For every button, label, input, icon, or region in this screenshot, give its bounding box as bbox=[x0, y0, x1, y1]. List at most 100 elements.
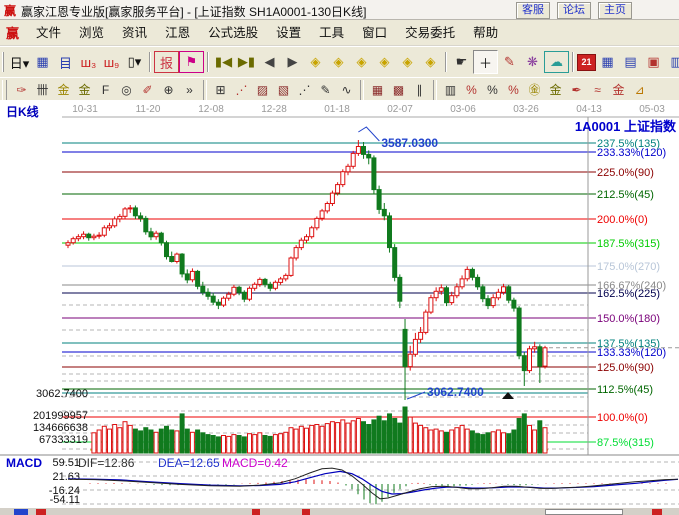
menu-browse[interactable]: 浏览 bbox=[70, 26, 113, 40]
fib-grid-icon[interactable]: F bbox=[95, 80, 116, 99]
prev-bar-button[interactable]: ◀ bbox=[258, 50, 281, 74]
taskbar-icon-red-1[interactable] bbox=[36, 509, 46, 515]
gold-level-icon[interactable]: 金 bbox=[545, 80, 566, 99]
brush-icon[interactable]: ✑ bbox=[11, 80, 32, 99]
gann-level-label: 125.0%(90) bbox=[597, 362, 654, 374]
crosshair-tool-icon[interactable]: ＋ bbox=[473, 50, 498, 74]
flag-icon[interactable]: ⚑ bbox=[179, 51, 204, 73]
f10-info-icon[interactable]: 目 bbox=[54, 50, 77, 74]
gold-grid-icon[interactable]: 金 bbox=[53, 80, 74, 99]
candle-body bbox=[502, 287, 506, 293]
gann-level-label: 233.33%(120) bbox=[597, 147, 666, 159]
kline-window-icon[interactable]: ▦ bbox=[31, 50, 54, 74]
gann-flower-icon[interactable]: ❋ bbox=[521, 50, 544, 74]
macd-axis-label: 21.63 bbox=[52, 471, 80, 483]
draw-tool-icon[interactable]: ✎ bbox=[498, 50, 521, 74]
toolbar2-grip[interactable] bbox=[2, 80, 7, 100]
box-fan2-icon[interactable]: ▧ bbox=[273, 80, 294, 99]
nav-diamond-right-icon[interactable]: ◈ bbox=[327, 50, 350, 74]
menu-trade-order[interactable]: 交易委托 bbox=[396, 26, 464, 40]
taskbar-start-fragment[interactable] bbox=[14, 509, 28, 515]
memo-icon[interactable]: ▤ bbox=[619, 50, 642, 74]
nav-diamond-up-icon[interactable]: ◈ bbox=[350, 50, 373, 74]
ma9-icon[interactable]: ш₉ bbox=[100, 50, 123, 74]
titlebar-button-forum[interactable]: 论坛 bbox=[557, 2, 591, 19]
gann-wheel-icon[interactable]: ⊕ bbox=[158, 80, 179, 99]
candle-style-selector[interactable]: ▯▾ bbox=[123, 50, 146, 74]
toolbar-separator bbox=[149, 52, 151, 72]
taskbar-icon-red-4[interactable] bbox=[652, 509, 662, 515]
first-bar-button[interactable]: ▮◀ bbox=[212, 50, 235, 74]
nav-diamond-expand-icon[interactable]: ◈ bbox=[373, 50, 396, 74]
brain-icon[interactable]: ☁ bbox=[544, 51, 569, 73]
menu-settings[interactable]: 设置 bbox=[267, 26, 310, 40]
board-icon[interactable]: 报 bbox=[154, 51, 179, 73]
calculator-icon[interactable]: ▦ bbox=[596, 50, 619, 74]
menu-news[interactable]: 资讯 bbox=[113, 26, 156, 40]
ma3-icon[interactable]: ш₃ bbox=[77, 50, 100, 74]
volume-bar bbox=[165, 426, 169, 453]
percent-retrace-icon[interactable]: % bbox=[503, 80, 524, 99]
zigzag-icon[interactable]: ∿ bbox=[336, 80, 357, 99]
last-bar-button[interactable]: ▶▮ bbox=[235, 50, 258, 74]
candle-body bbox=[491, 298, 495, 306]
screen-export-icon[interactable]: ▥ bbox=[665, 50, 679, 74]
nav-diamond-left-icon[interactable]: ◈ bbox=[304, 50, 327, 74]
percent-line-icon[interactable]: % bbox=[461, 80, 482, 99]
cycle-wave-icon[interactable]: ≈ bbox=[587, 80, 608, 99]
candle-body bbox=[336, 185, 340, 193]
menu-help[interactable]: 帮助 bbox=[464, 26, 507, 40]
menu-file[interactable]: 文件 bbox=[27, 26, 70, 40]
period-day-selector[interactable]: 日▾ bbox=[8, 50, 31, 74]
ruler-grid-icon[interactable]: ▦ bbox=[367, 80, 388, 99]
j-angle-icon[interactable]: ⊿ bbox=[629, 80, 650, 99]
more-tools-chevron[interactable]: » bbox=[179, 80, 200, 99]
percent-frame-icon[interactable]: ▩ bbox=[388, 80, 409, 99]
toolbar1-grip[interactable] bbox=[2, 52, 4, 72]
chart-canvas[interactable]: 10-3111-2012-0812-2801-1802-0703-0603-26… bbox=[0, 100, 679, 507]
marker-pen-icon[interactable]: ✐ bbox=[137, 80, 158, 99]
gold-grid2-icon[interactable]: 金 bbox=[74, 80, 95, 99]
candle-body bbox=[455, 287, 459, 296]
circled-gold-icon[interactable]: ㊎ bbox=[524, 80, 545, 99]
box-fan-icon[interactable]: ▨ bbox=[252, 80, 273, 99]
save-icon[interactable]: ▣ bbox=[642, 50, 665, 74]
speed-lines-icon[interactable]: ⋰ bbox=[294, 80, 315, 99]
next-bar-button[interactable]: ▶ bbox=[281, 50, 304, 74]
trend-pen-icon[interactable]: ✎ bbox=[315, 80, 336, 99]
titlebar-button-home[interactable]: 主页 bbox=[598, 2, 632, 19]
coil-icon[interactable]: ◎ bbox=[116, 80, 137, 99]
date-axis-label: 05-03 bbox=[639, 104, 665, 115]
gold-box-icon[interactable]: 金 bbox=[608, 80, 629, 99]
hand-tool-icon[interactable]: ☛ bbox=[450, 50, 473, 74]
nav-diamond-full-icon[interactable]: ◈ bbox=[419, 50, 442, 74]
menu-gann[interactable]: 江恩 bbox=[156, 26, 199, 40]
menu-tools[interactable]: 工具 bbox=[310, 26, 353, 40]
gann-fan-icon[interactable]: ⋰ bbox=[231, 80, 252, 99]
gann-level-label: 187.5%(315) bbox=[597, 238, 660, 250]
taskbar bbox=[0, 507, 679, 515]
parallel-lines-icon[interactable]: ∥ bbox=[409, 80, 430, 99]
candle-body bbox=[242, 292, 246, 299]
taskbar-icon-red-3[interactable] bbox=[302, 509, 310, 515]
hatch-icon[interactable]: 卌 bbox=[32, 80, 53, 99]
volume-bar bbox=[237, 436, 241, 454]
taskbar-icon-red-2[interactable] bbox=[252, 509, 260, 515]
percent-icon[interactable]: % bbox=[482, 80, 503, 99]
menu-formula-stock-pick[interactable]: 公式选股 bbox=[199, 26, 267, 40]
date-axis-label: 04-13 bbox=[576, 104, 602, 115]
date-axis-label: 01-18 bbox=[324, 104, 350, 115]
taskbar-window-fragment[interactable] bbox=[545, 509, 623, 515]
wave-brush-icon[interactable]: ✒ bbox=[566, 80, 587, 99]
candle-body bbox=[522, 356, 526, 371]
scale-bars-icon[interactable]: ▥ bbox=[440, 80, 461, 99]
box-rule-icon[interactable]: ⊞ bbox=[210, 80, 231, 99]
menu-window[interactable]: 窗口 bbox=[353, 26, 396, 40]
volume-bar bbox=[190, 432, 194, 453]
macd-dif-label: DIF=12.86 bbox=[78, 456, 135, 470]
nav-diamond-compress-icon[interactable]: ◈ bbox=[396, 50, 419, 74]
macd-indicator-label: MACD bbox=[6, 456, 42, 470]
titlebar-button-service[interactable]: 客服 bbox=[516, 2, 550, 19]
volume-bar bbox=[388, 414, 392, 453]
calendar-icon[interactable]: 21 bbox=[577, 54, 596, 71]
